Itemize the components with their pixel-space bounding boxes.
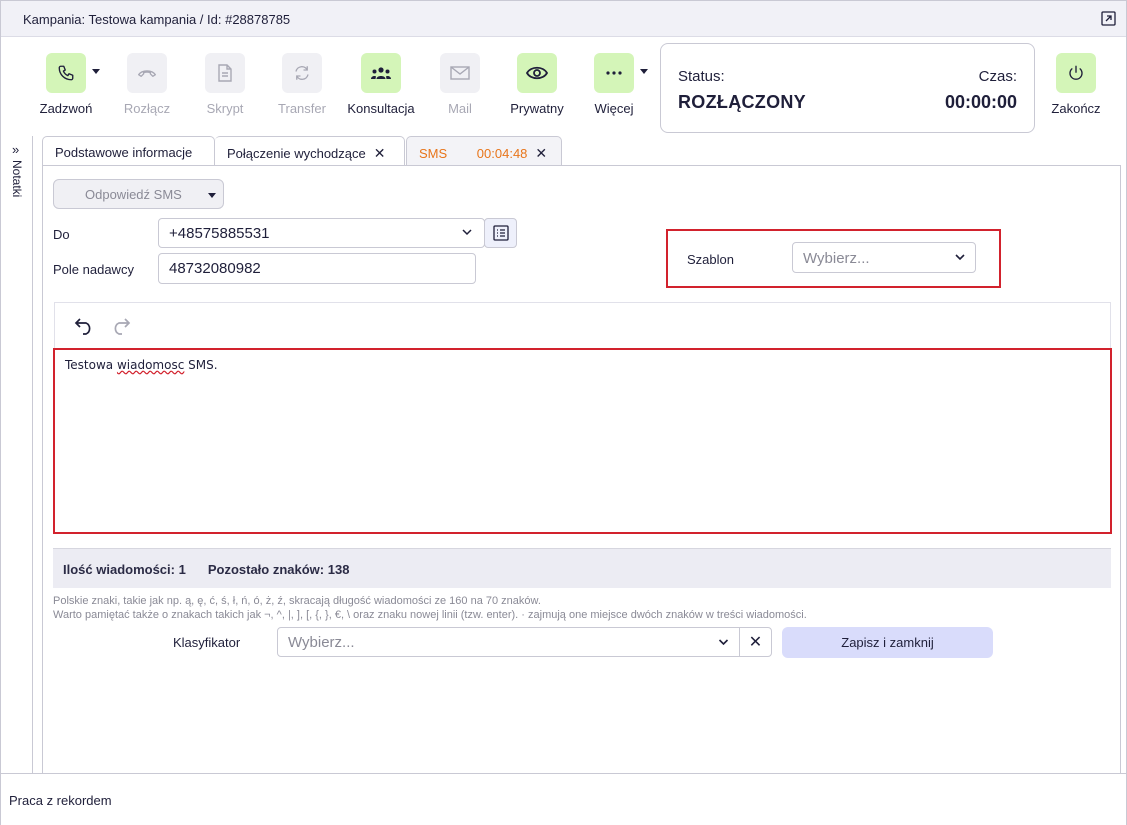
document-icon — [205, 53, 245, 93]
message-word: Testowa — [65, 358, 114, 372]
eye-icon — [517, 53, 557, 93]
template-select[interactable]: Wybierz... — [792, 242, 976, 273]
end-button[interactable]: Zakończ — [1036, 53, 1116, 123]
tab-outgoing-call[interactable]: Połączenie wychodzące ✕ — [215, 136, 405, 166]
popout-icon[interactable] — [1101, 11, 1116, 26]
editor-toolbar — [54, 302, 1111, 348]
app-window: Kampania: Testowa kampania / Id: #288787… — [0, 0, 1127, 825]
notes-label: Notatki — [10, 160, 24, 198]
save-and-close-button[interactable]: Zapisz i zamknij — [782, 627, 993, 658]
status-label: Status: — [678, 68, 725, 85]
to-label: Do — [53, 227, 70, 242]
transfer-button[interactable]: Transfer — [262, 53, 342, 123]
encoding-note-line: Polskie znaki, takie jak np. ą, ę, ć, ś,… — [53, 595, 541, 607]
message-editor[interactable]: Testowa wiadomosc SMS. — [53, 348, 1112, 534]
group-icon — [361, 53, 401, 93]
message-text: Testowa wiadomosc SMS. — [65, 358, 218, 372]
footer-text: Praca z rekordem — [9, 793, 112, 808]
contact-list-button[interactable] — [484, 218, 517, 248]
power-icon — [1056, 53, 1096, 93]
sms-panel: Odpowiedź SMS Do +48575885531 Pole nadaw… — [42, 165, 1121, 773]
close-icon[interactable]: ✕ — [535, 145, 547, 161]
clear-classifier-button[interactable]: ✕ — [739, 627, 772, 657]
encoding-note-line: Warto pamiętać także o znakach takich ja… — [53, 609, 807, 621]
tab-sms-label: SMS — [419, 146, 448, 161]
title-bar: Kampania: Testowa kampania / Id: #288787… — [1, 1, 1126, 37]
call-dropdown-caret-icon[interactable] — [92, 69, 100, 74]
window-title: Kampania: Testowa kampania / Id: #288787… — [23, 12, 291, 27]
message-word: SMS. — [188, 358, 218, 372]
to-field[interactable]: +48575885531 — [158, 218, 485, 248]
notes-side-panel[interactable]: » Notatki — [1, 136, 33, 773]
list-icon — [492, 225, 509, 241]
refresh-icon — [282, 53, 322, 93]
chevron-down-icon — [208, 193, 216, 198]
remaining-chars: Pozostało znaków: 138 — [207, 562, 350, 577]
template-placeholder: Wybierz... — [803, 250, 870, 267]
hangup-icon — [127, 53, 167, 93]
time-value: 00:00:00 — [944, 92, 1017, 112]
call-status-panel: Status: ROZŁĄCZONY Czas: 00:00:00 — [660, 43, 1035, 133]
consultation-button[interactable]: Konsultacja — [341, 53, 421, 123]
tab-outgoing-call-label: Połączenie wychodzące — [227, 146, 366, 161]
close-icon[interactable]: ✕ — [374, 145, 386, 161]
more-button-label: Więcej — [594, 101, 634, 116]
time-label: Czas: — [978, 68, 1017, 85]
phone-icon — [46, 53, 86, 93]
tab-basic-info-label: Podstawowe informacje — [55, 145, 193, 160]
redo-icon[interactable] — [111, 317, 131, 335]
chevron-down-icon — [462, 229, 472, 236]
misspelled-word: wiadomosc — [116, 358, 185, 372]
to-field-value: +48575885531 — [169, 225, 270, 242]
classifier-label: Klasyfikator — [173, 635, 241, 650]
chevron-down-icon — [718, 639, 729, 646]
template-label: Szablon — [687, 252, 734, 267]
classifier-placeholder: Wybierz... — [288, 634, 355, 651]
tab-basic-info[interactable]: Podstawowe informacje — [42, 136, 215, 166]
chevron-down-icon — [955, 254, 965, 261]
more-dropdown-caret-icon[interactable] — [640, 69, 648, 74]
call-toolbar: Zadzwoń Rozłącz Skrypt Transfer Konsulta — [1, 38, 1126, 134]
tab-sms-timer: 00:04:48 — [476, 146, 528, 161]
footer-bar: Praca z rekordem — [1, 773, 1126, 825]
more-button[interactable]: Więcej — [574, 53, 654, 123]
classifier-select[interactable]: Wybierz... — [277, 627, 740, 657]
reply-sms-button[interactable]: Odpowiedź SMS — [53, 179, 224, 209]
encoding-note: Polskie znaki, takie jak np. ą, ę, ć, ś,… — [53, 594, 807, 622]
sender-label: Pole nadawcy — [53, 262, 134, 277]
mail-icon — [440, 53, 480, 93]
more-icon — [594, 53, 634, 93]
double-chevron-right-icon[interactable]: » — [12, 142, 19, 157]
message-count: Ilość wiadomości: 1 — [63, 562, 186, 577]
status-value: ROZŁĄCZONY — [678, 92, 806, 112]
message-counter-bar: Ilość wiadomości: 1 Pozostało znaków: 138 — [53, 548, 1111, 588]
reply-sms-button-label: Odpowiedź SMS — [85, 187, 182, 202]
call-button[interactable]: Zadzwoń — [26, 53, 106, 123]
sender-field-value: 48732080982 — [169, 260, 261, 277]
tab-sms[interactable]: SMS 00:04:48 ✕ — [406, 136, 562, 166]
template-highlight-box: Szablon Wybierz... — [666, 229, 1001, 288]
undo-icon[interactable] — [74, 317, 94, 335]
sender-field[interactable]: 48732080982 — [158, 253, 476, 284]
close-icon: ✕ — [748, 634, 763, 651]
end-button-label: Zakończ — [1051, 101, 1101, 116]
